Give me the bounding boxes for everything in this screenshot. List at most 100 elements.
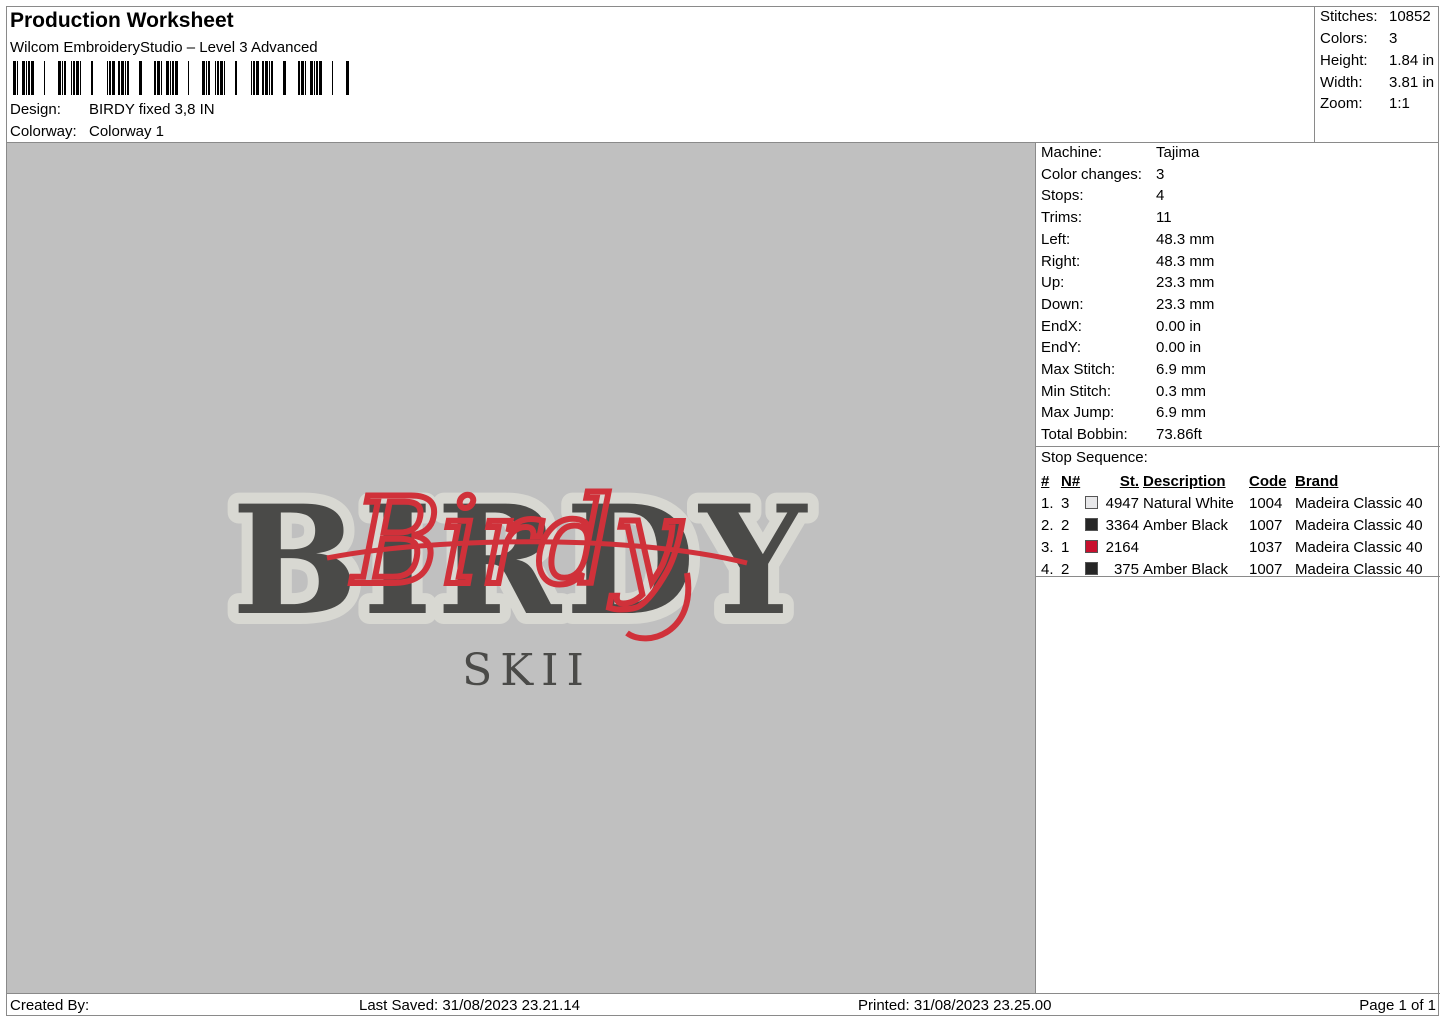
thread-brand: Madeira Classic 40 bbox=[1295, 494, 1423, 512]
spec-label: Right: bbox=[1041, 252, 1081, 270]
design-sub-text: SKII bbox=[462, 645, 592, 696]
barcode bbox=[13, 61, 349, 95]
spec-value: Tajima bbox=[1156, 144, 1200, 161]
stop-sequence: Stop Sequence: # N# St. Description Code… bbox=[1036, 447, 1440, 580]
thread-code: 1037 bbox=[1249, 538, 1283, 556]
thread-code: 1007 bbox=[1249, 560, 1283, 578]
spec-label: Trims: bbox=[1041, 209, 1083, 227]
created-by: Created By: bbox=[10, 997, 90, 1014]
stop-number: 4. bbox=[1041, 560, 1054, 578]
machine-specs: Machine: Tajima Color changes: 3 Stops: 4 Trim… bbox=[1036, 143, 1440, 447]
zoom-row: Zoom: 1:1 bbox=[1320, 95, 1410, 112]
stop-number: 2. bbox=[1041, 516, 1054, 534]
thread-description: Amber Black bbox=[1143, 516, 1229, 534]
thread-brand: Madeira Classic 40 bbox=[1295, 516, 1423, 534]
stitches-row: Stitches: 10852 bbox=[1320, 8, 1431, 25]
stop-number: 3. bbox=[1041, 538, 1054, 556]
worksheet-footer: Created By: Last Saved: 31/08/2023 23.21… bbox=[7, 993, 1440, 1016]
spec-row: Stops: 4 bbox=[1041, 187, 1164, 204]
height-value: 1.84 in bbox=[1389, 52, 1435, 69]
spec-value: 0.00 in bbox=[1156, 339, 1202, 357]
needle-number: 1 bbox=[1061, 538, 1070, 556]
zoom-value: 1:1 bbox=[1389, 95, 1410, 112]
spec-row: Machine: Tajima bbox=[1041, 144, 1199, 161]
colorway-value: Colorway 1 bbox=[89, 123, 165, 140]
needle-number: 2 bbox=[1061, 560, 1070, 578]
thread-color-swatch bbox=[1085, 561, 1098, 575]
spec-row: Total Bobbin: 73.86ft bbox=[1041, 426, 1202, 443]
spec-row: Up: 23.3 mm bbox=[1041, 274, 1214, 291]
design-row: Design: BIRDY fixed 3,8 IN bbox=[10, 101, 215, 118]
col-code: Code bbox=[1249, 473, 1287, 490]
spec-row: Max Jump: 6.9 mm bbox=[1041, 404, 1206, 421]
col-swatch bbox=[1083, 471, 1103, 492]
stitch-count: 375 bbox=[1113, 560, 1139, 578]
col-stitches: St. bbox=[1119, 473, 1139, 490]
spec-label: Total Bobbin: bbox=[1041, 426, 1128, 444]
spec-label: Max Stitch: bbox=[1041, 361, 1116, 378]
spec-label: EndY: bbox=[1041, 339, 1082, 357]
thread-description: Natural White bbox=[1143, 494, 1234, 512]
thread-code: 1004 bbox=[1249, 494, 1283, 512]
col-num: # bbox=[1041, 473, 1050, 490]
spec-value: 6.9 mm bbox=[1156, 404, 1207, 422]
height-label: Height: bbox=[1320, 52, 1368, 69]
thread-brand: Madeira Classic 40 bbox=[1295, 560, 1423, 578]
width-label: Width: bbox=[1320, 74, 1363, 91]
stitch-count: 3364 bbox=[1105, 516, 1139, 534]
spec-value: 23.3 mm bbox=[1156, 274, 1215, 292]
stop-row: 2. 2 3364 Amber Black 1007 Madeira Classic 40 bbox=[1039, 514, 1425, 536]
stop-number: 1. bbox=[1041, 494, 1054, 512]
colors-row: Colors: 3 bbox=[1320, 30, 1397, 47]
production-worksheet: Production Worksheet Wilcom EmbroiderySt… bbox=[6, 6, 1440, 1016]
spec-row: EndX: 0.00 in bbox=[1041, 318, 1201, 335]
colorway-label: Colorway: bbox=[10, 123, 77, 140]
thread-description: Amber Black bbox=[1143, 560, 1229, 578]
spec-value: 73.86ft bbox=[1156, 426, 1202, 444]
spec-row: Down: 23.3 mm bbox=[1041, 296, 1214, 313]
spec-label: Down: bbox=[1041, 295, 1084, 313]
col-brand: Brand bbox=[1295, 473, 1339, 490]
spec-row: Right: 48.3 mm bbox=[1041, 253, 1214, 270]
spec-value: 4 bbox=[1156, 187, 1165, 205]
spec-label: Min Stitch: bbox=[1041, 382, 1112, 400]
spec-label: Color changes: bbox=[1041, 165, 1142, 183]
spec-row: Min Stitch: 0.3 mm bbox=[1041, 383, 1206, 400]
stop-row: 4. 2 375 Amber Black 1007 Madeira Classic 40 bbox=[1039, 558, 1425, 580]
spec-label: Left: bbox=[1041, 230, 1071, 248]
color-swatch bbox=[1083, 492, 1103, 514]
spec-label: Machine: bbox=[1041, 144, 1102, 161]
spec-value: 48.3 mm bbox=[1156, 230, 1215, 248]
spec-row: Trims: 11 bbox=[1041, 209, 1172, 226]
width-value: 3.81 in bbox=[1389, 74, 1435, 91]
spec-row: Left: 48.3 mm bbox=[1041, 231, 1214, 248]
spec-value: 0.3 mm bbox=[1156, 382, 1207, 400]
spec-value: 0.00 in bbox=[1156, 317, 1202, 335]
col-needle: N# bbox=[1061, 473, 1081, 490]
stop-sequence-table: # N# St. Description Code Brand 1. 3 4947 N… bbox=[1039, 471, 1425, 580]
stop-sequence-caption: Stop Sequence: bbox=[1041, 449, 1148, 466]
thread-code: 1007 bbox=[1249, 516, 1283, 534]
colors-label: Colors: bbox=[1320, 30, 1368, 47]
spec-value: 11 bbox=[1156, 209, 1172, 227]
spec-value: 48.3 mm bbox=[1156, 252, 1215, 270]
spec-label: Max Jump: bbox=[1041, 404, 1115, 422]
spec-value: 23.3 mm bbox=[1156, 295, 1215, 313]
spec-value: 3 bbox=[1156, 165, 1165, 183]
needle-number: 3 bbox=[1061, 494, 1070, 512]
spec-label: EndX: bbox=[1041, 317, 1082, 335]
software-name: Wilcom EmbroideryStudio – Level 3 Advanc… bbox=[10, 39, 318, 56]
color-swatch bbox=[1083, 536, 1103, 558]
thread-description bbox=[1141, 536, 1247, 558]
stop-row: 1. 3 4947 Natural White 1004 Madeira Classic … bbox=[1039, 492, 1425, 514]
page-title: Production Worksheet bbox=[10, 9, 234, 32]
thread-brand: Madeira Classic 40 bbox=[1295, 538, 1423, 556]
stop-table-header: # N# St. Description Code Brand bbox=[1039, 471, 1425, 492]
thread-color-swatch bbox=[1085, 539, 1098, 553]
design-summary: Stitches: 10852 Colors: 3 Height: 1.84 in W… bbox=[1314, 7, 1439, 143]
worksheet-header: Production Worksheet Wilcom EmbroiderySt… bbox=[7, 7, 1314, 143]
spec-row: EndY: 0.00 in bbox=[1041, 339, 1201, 356]
colorway-row: Colorway: Colorway 1 bbox=[10, 123, 164, 140]
design-label: Design: bbox=[10, 101, 61, 118]
spec-row: Color changes: 3 bbox=[1041, 166, 1164, 183]
